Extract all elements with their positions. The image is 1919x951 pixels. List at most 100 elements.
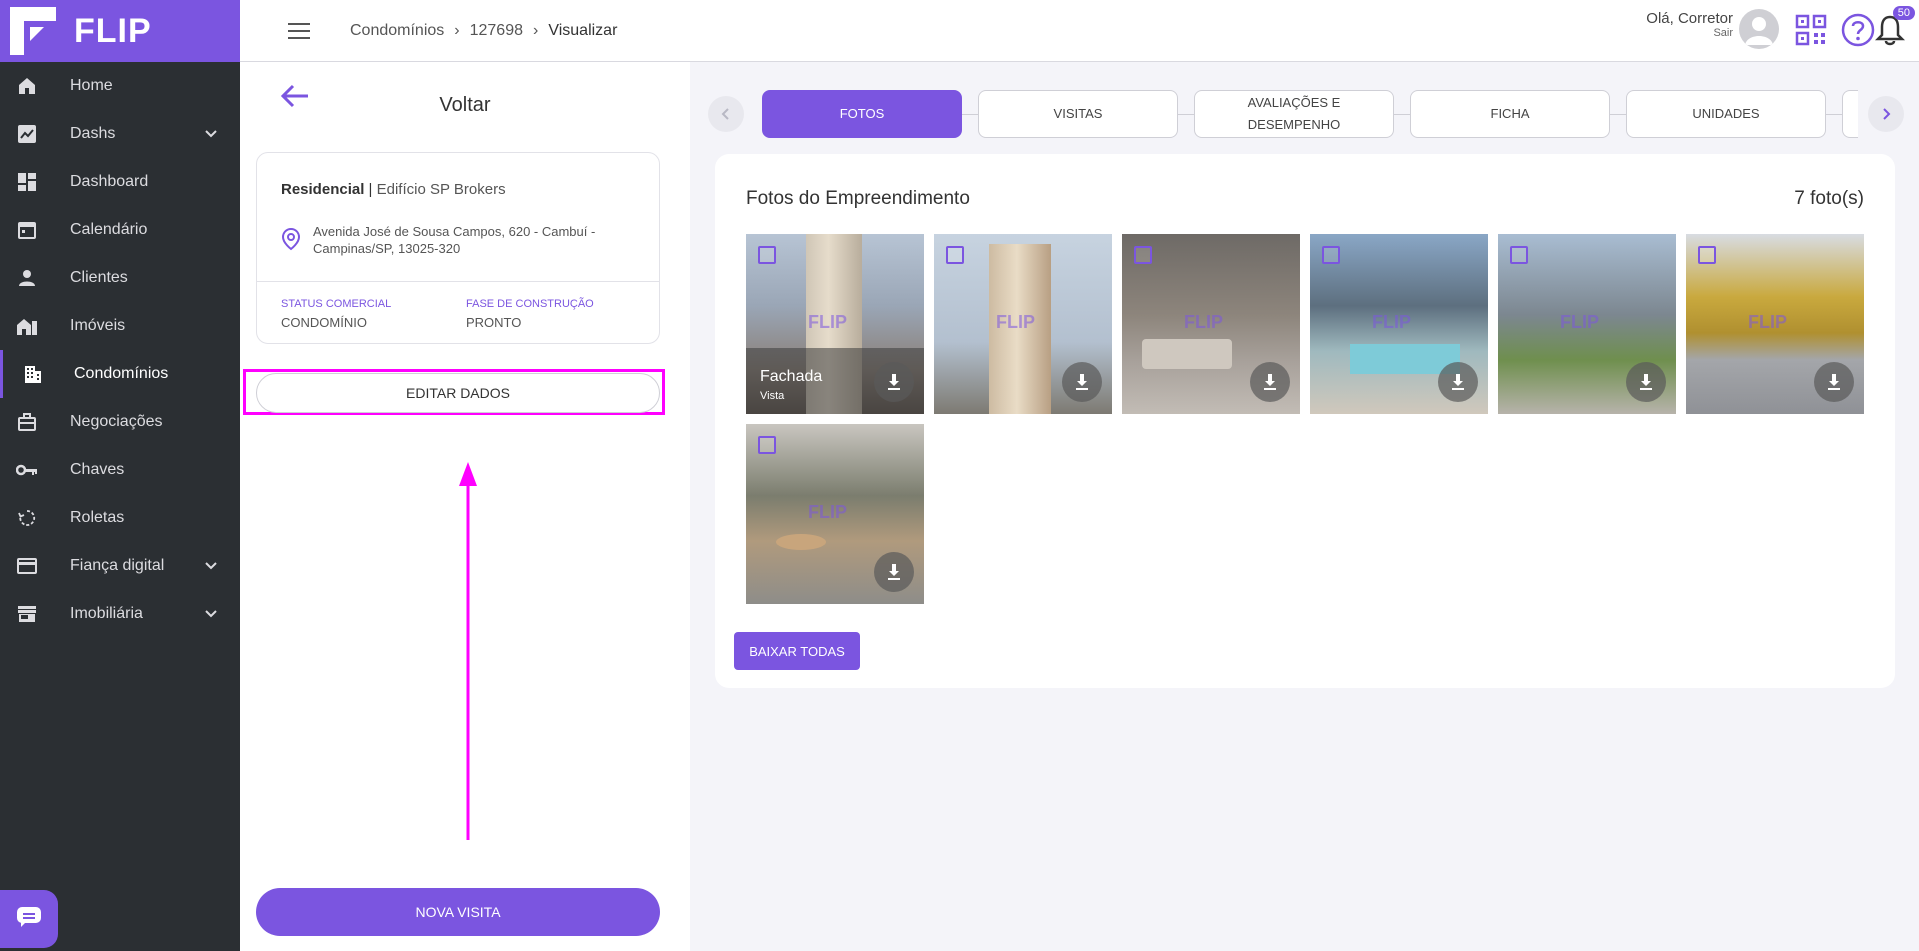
breadcrumb-separator: › [533,21,539,39]
chat-bubble-icon [16,906,42,933]
tabs: FOTOS VISITAS AVALIAÇÕES E DESEMPENHO FI… [708,90,1904,138]
photo-card[interactable]: FLIP [1686,234,1864,414]
building-icon [22,363,44,385]
new-visit-button[interactable]: NOVA VISITA [256,888,660,936]
brand-name: FLIP [74,11,152,50]
home-icon [16,75,38,97]
download-icon[interactable] [1626,362,1666,402]
photos-count: 7 foto(s) [1794,188,1864,209]
tab-ficha[interactable]: FICHA [1410,90,1610,138]
chevron-down-icon [204,558,218,576]
condominium-title: Residencial | Edifício SP Brokers [281,181,506,198]
sidebar-item-imobiliaria[interactable]: Imobiliária [0,590,240,638]
back-label[interactable]: Voltar [240,94,690,117]
photo-card[interactable]: FLIP Fachada Vista [746,234,924,414]
download-icon[interactable] [1438,362,1478,402]
avatar[interactable] [1739,9,1779,49]
photo-card[interactable]: FLIP [1310,234,1488,414]
briefcase-icon [16,411,38,433]
menu-icon[interactable] [288,22,310,39]
tab-unidades[interactable]: UNIDADES [1626,90,1826,138]
download-icon[interactable] [1250,362,1290,402]
photo-image [1142,339,1232,369]
dashboard-grid-icon [16,171,38,193]
user-greeting: Olá, Corretor Sair [1646,10,1733,39]
tab-connector [1824,114,1842,115]
watermark: FLIP [1372,312,1411,332]
sidebar-item-label: Chaves [70,461,125,478]
photo-checkbox[interactable] [946,246,964,264]
logo[interactable]: FLIP [0,0,240,62]
tab-visitas[interactable]: VISITAS [978,90,1178,138]
help-icon[interactable] [1841,13,1875,52]
house-icon [16,315,38,337]
download-icon[interactable] [874,552,914,592]
download-icon[interactable] [1062,362,1102,402]
photo-card[interactable]: FLIP [746,424,924,604]
sidebar-item-condominios[interactable]: Condomínios [0,350,240,398]
breadcrumb: Condomínios › 127698 › Visualizar [350,22,617,40]
tab-avaliacoes[interactable]: AVALIAÇÕES E DESEMPENHO [1194,90,1394,138]
watermark: FLIP [1560,312,1599,332]
photo-checkbox[interactable] [1322,246,1340,264]
sidebar-item-label: Clientes [70,269,128,286]
tabs-prev-button[interactable] [708,96,744,132]
sidebar-item-chaves[interactable]: Chaves [0,446,240,494]
phase-value: PRONTO [466,315,522,330]
photo-card[interactable]: FLIP [1122,234,1300,414]
photo-checkbox[interactable] [758,246,776,264]
breadcrumb-condominios[interactable]: Condomínios [350,22,444,40]
download-all-button[interactable]: BAIXAR TODAS [734,632,860,670]
sidebar-item-label: Condomínios [74,365,169,382]
photo-checkbox[interactable] [1510,246,1528,264]
sidebar-item-imoveis[interactable]: Imóveis [0,302,240,350]
sidebar-item-roletas[interactable]: Roletas [0,494,240,542]
photos-title: Fotos do Empreendimento [746,188,970,209]
qr-code-icon[interactable] [1795,14,1827,51]
photo-caption-title: Fachada [760,368,823,385]
tabs-next-button[interactable] [1868,96,1904,132]
flip-logo-icon [10,7,56,55]
tab-connector [1392,114,1410,115]
chevron-down-icon [204,126,218,144]
breadcrumb-separator: › [454,21,460,39]
location-pin-icon [281,227,301,256]
photo-checkbox[interactable] [758,436,776,454]
sidebar-item-label: Imóveis [70,317,126,334]
credit-card-icon [16,555,38,577]
trending-chart-icon [16,123,38,145]
watermark: FLIP [1748,312,1787,332]
download-icon[interactable] [1814,362,1854,402]
condominium-type: Residencial [281,181,365,198]
photo-image [776,534,826,550]
watermark: FLIP [808,502,847,522]
condominium-name: Edifício SP Brokers [376,181,506,198]
photo-card[interactable]: FLIP [934,234,1112,414]
photo-card[interactable]: FLIP [1498,234,1676,414]
title-separator: | [368,181,373,198]
sidebar-item-label: Negociações [70,413,163,430]
chat-button[interactable] [0,890,58,948]
address: Avenida José de Sousa Campos, 620 - Camb… [313,224,596,256]
photo-checkbox[interactable] [1698,246,1716,264]
sidebar-item-home[interactable]: Home [0,62,240,110]
breadcrumb-current: Visualizar [548,21,618,39]
breadcrumb-id[interactable]: 127698 [470,22,523,40]
download-icon[interactable] [874,362,914,402]
tab-partial[interactable] [1842,90,1858,138]
annotation-arrow [458,462,478,907]
sidebar-item-calendario[interactable]: Calendário [0,206,240,254]
sidebar-item-dashs[interactable]: Dashs [0,110,240,158]
sidebar-item-clientes[interactable]: Clientes [0,254,240,302]
sidebar-item-dashboard[interactable]: Dashboard [0,158,240,206]
sidebar: FLIP Home Dashs Dashboard Calendário Cli… [0,0,240,951]
sidebar-item-negociacoes[interactable]: Negociações [0,398,240,446]
sidebar-item-fianca-digital[interactable]: Fiança digital [0,542,240,590]
tab-fotos[interactable]: FOTOS [762,90,962,138]
store-icon [16,603,38,625]
logout-link[interactable]: Sair [1646,27,1733,39]
top-bar: Condomínios › 127698 › Visualizar Olá, C… [240,0,1919,62]
photo-checkbox[interactable] [1134,246,1152,264]
watermark: FLIP [808,312,847,332]
edit-data-button[interactable]: EDITAR DADOS [256,373,660,413]
